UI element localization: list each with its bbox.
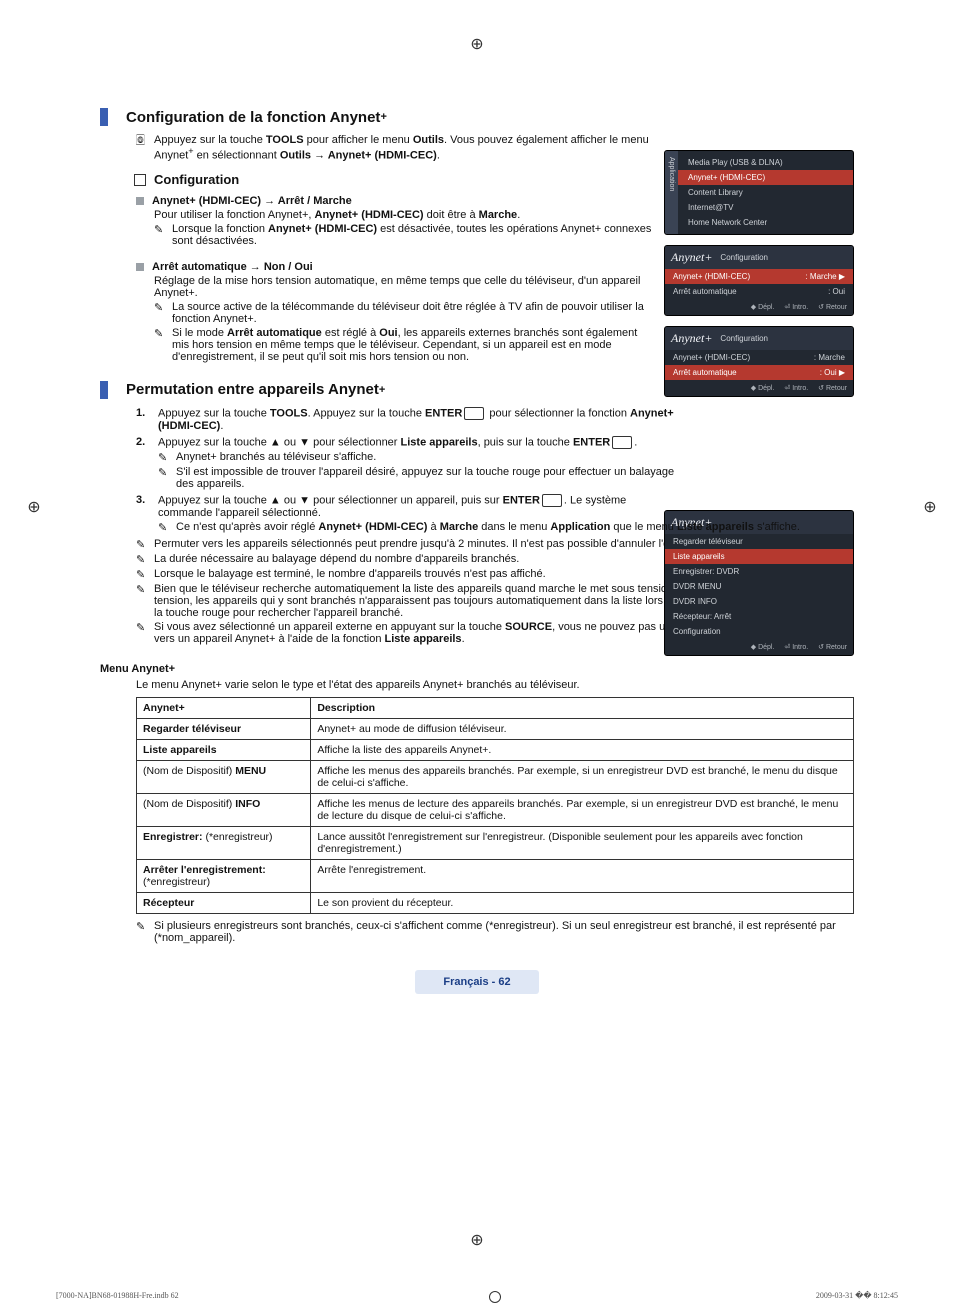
td: Affiche les menus de lecture des apparei… bbox=[311, 793, 854, 826]
shot-title: Configuration bbox=[720, 334, 768, 343]
note-text: La source active de la télécommande du t… bbox=[172, 301, 656, 325]
config-row: Anynet+ (HDMI-CEC): Marche bbox=[665, 350, 853, 365]
note-text: Ce n'est qu'après avoir réglé Anynet+ (H… bbox=[176, 521, 854, 533]
td: Lance aussitôt l'enregistrement sur l'en… bbox=[311, 826, 854, 859]
td: Affiche la liste des appareils Anynet+. bbox=[311, 739, 854, 760]
step-1: Appuyez sur la touche TOOLS. Appuyez sur… bbox=[136, 407, 678, 432]
menu-item: Home Network Center bbox=[678, 215, 853, 230]
td: Arrête l'enregistrement. bbox=[311, 859, 854, 892]
subhead-configuration: Configuration bbox=[134, 172, 656, 187]
print-file: [7000-NA]BN68-01988H-Fre.indb 62 bbox=[56, 1291, 179, 1303]
item-auto-off: Arrêt automatique → Non / Oui bbox=[136, 261, 656, 273]
page-footer: Français - 62 bbox=[100, 970, 854, 994]
heading-config: Configuration de la fonction Anynet+ bbox=[100, 108, 854, 126]
app-tab: Application bbox=[665, 151, 678, 234]
menu-desc: Le menu Anynet+ varie selon le type et l… bbox=[136, 679, 854, 691]
list-item: Configuration bbox=[665, 624, 853, 639]
enter-icon bbox=[542, 494, 562, 507]
td: (Nom de Dispositif) INFO bbox=[137, 793, 311, 826]
body-text: Pour utiliser la fonction Anynet+, Anyne… bbox=[154, 209, 656, 221]
list-item: DVDR MENU bbox=[665, 579, 853, 594]
menu-item: Content Library bbox=[678, 185, 853, 200]
td: Arrêter l'enregistrement: (*enregistreur… bbox=[137, 859, 311, 892]
print-date: 2009-03-31 �� 8:12:45 bbox=[816, 1291, 898, 1303]
item-anynet-cec: Anynet+ (HDMI-CEC) → Arrêt / Marche bbox=[136, 195, 656, 207]
note-icon: ✎ bbox=[154, 301, 172, 314]
note-text: Si plusieurs enregistreurs sont branchés… bbox=[154, 920, 854, 944]
td: Anynet+ au mode de diffusion téléviseur. bbox=[311, 718, 854, 739]
step-2: Appuyez sur la touche ▲ ou ▼ pour sélect… bbox=[136, 436, 678, 490]
arrow-icon: ▶ bbox=[839, 272, 845, 281]
enter-icon bbox=[464, 407, 484, 420]
screenshot-config-1: Anynet+ Configuration Anynet+ (HDMI-CEC):… bbox=[664, 245, 854, 316]
menu-item: Internet@TV bbox=[678, 200, 853, 215]
body-text: Réglage de la mise hors tension automati… bbox=[154, 275, 656, 299]
td: Enregistrer: (*enregistreur) bbox=[137, 826, 311, 859]
enter-icon bbox=[612, 436, 632, 449]
note-icon: ✎ bbox=[158, 466, 176, 479]
list-item-selected: Liste appareils bbox=[665, 549, 853, 564]
note-icon: ✎ bbox=[136, 621, 154, 634]
step-3: Appuyez sur la touche ▲ ou ▼ pour sélect… bbox=[136, 494, 854, 534]
arrow-icon: ▶ bbox=[839, 368, 845, 377]
th-anynet: Anynet+ bbox=[137, 697, 311, 718]
shot-footer: ◆ Dépl.⏎ Intro.↺ Retour bbox=[665, 380, 853, 396]
note-text: Anynet+ branchés au téléviseur s'affiche… bbox=[176, 451, 678, 463]
list-item: Récepteur: Arrêt bbox=[665, 609, 853, 624]
list-item: Regarder téléviseur bbox=[665, 534, 853, 549]
note-text: Lorsque la fonction Anynet+ (HDMI-CEC) e… bbox=[172, 223, 656, 247]
intro-text: Appuyez sur la touche TOOLS pour affiche… bbox=[154, 134, 656, 162]
alignment-mark-icon bbox=[489, 1291, 501, 1303]
screenshot-application-menu: Application Media Play (USB & DLNA) Anyn… bbox=[664, 150, 854, 235]
note-icon: ✎ bbox=[158, 451, 176, 464]
note-icon: ✎ bbox=[136, 568, 154, 581]
anynet-logo: Anynet+ bbox=[671, 331, 712, 346]
config-row-selected: Anynet+ (HDMI-CEC): Marche ▶ bbox=[665, 269, 853, 284]
note-icon: ✎ bbox=[136, 920, 154, 933]
note-text: S'il est impossible de trouver l'apparei… bbox=[176, 466, 678, 490]
list-item: DVDR INFO bbox=[665, 594, 853, 609]
side-screenshots: Application Media Play (USB & DLNA) Anyn… bbox=[664, 150, 854, 407]
note-icon: ✎ bbox=[154, 223, 172, 236]
td: Liste appareils bbox=[137, 739, 311, 760]
shot-footer: ◆ Dépl.⏎ Intro.↺ Retour bbox=[665, 299, 853, 315]
registration-mark-icon: ⊕ bbox=[470, 34, 483, 54]
note-icon: ✎ bbox=[136, 553, 154, 566]
registration-mark-icon: ⊕ bbox=[923, 497, 936, 517]
note-icon: ✎ bbox=[154, 327, 172, 340]
th-desc: Description bbox=[311, 697, 854, 718]
td: Récepteur bbox=[137, 892, 311, 913]
menu-item-selected: Anynet+ (HDMI-CEC) bbox=[678, 170, 853, 185]
config-row-selected: Arrêt automatique: Oui ▶ bbox=[665, 365, 853, 380]
registration-mark-icon: ⊕ bbox=[470, 1230, 483, 1250]
registration-mark-icon: ⊕ bbox=[27, 497, 40, 517]
screenshot-config-2: Anynet+ Configuration Anynet+ (HDMI-CEC):… bbox=[664, 326, 854, 397]
shot-title: Configuration bbox=[720, 253, 768, 262]
note-icon: ✎ bbox=[136, 538, 154, 551]
note-text: Si le mode Arrêt automatique est réglé à… bbox=[172, 327, 656, 363]
shot-footer: ◆ Dépl.⏎ Intro.↺ Retour bbox=[665, 639, 853, 655]
tool-icon: 🀙 bbox=[136, 134, 154, 147]
print-metadata: [7000-NA]BN68-01988H-Fre.indb 62 2009-03… bbox=[56, 1291, 898, 1303]
menu-item: Media Play (USB & DLNA) bbox=[678, 155, 853, 170]
td: Le son provient du récepteur. bbox=[311, 892, 854, 913]
config-row: Arrêt automatique: Oui bbox=[665, 284, 853, 299]
anynet-table: Anynet+Description Regarder téléviseurAn… bbox=[136, 697, 854, 914]
td: (Nom de Dispositif) MENU bbox=[137, 760, 311, 793]
note-icon: ✎ bbox=[158, 521, 176, 534]
note-icon: ✎ bbox=[136, 583, 154, 596]
list-item: Enregistrer: DVDR bbox=[665, 564, 853, 579]
td: Regarder téléviseur bbox=[137, 718, 311, 739]
td: Affiche les menus des appareils branchés… bbox=[311, 760, 854, 793]
anynet-logo: Anynet+ bbox=[671, 250, 712, 265]
page-number-pill: Français - 62 bbox=[415, 970, 538, 994]
